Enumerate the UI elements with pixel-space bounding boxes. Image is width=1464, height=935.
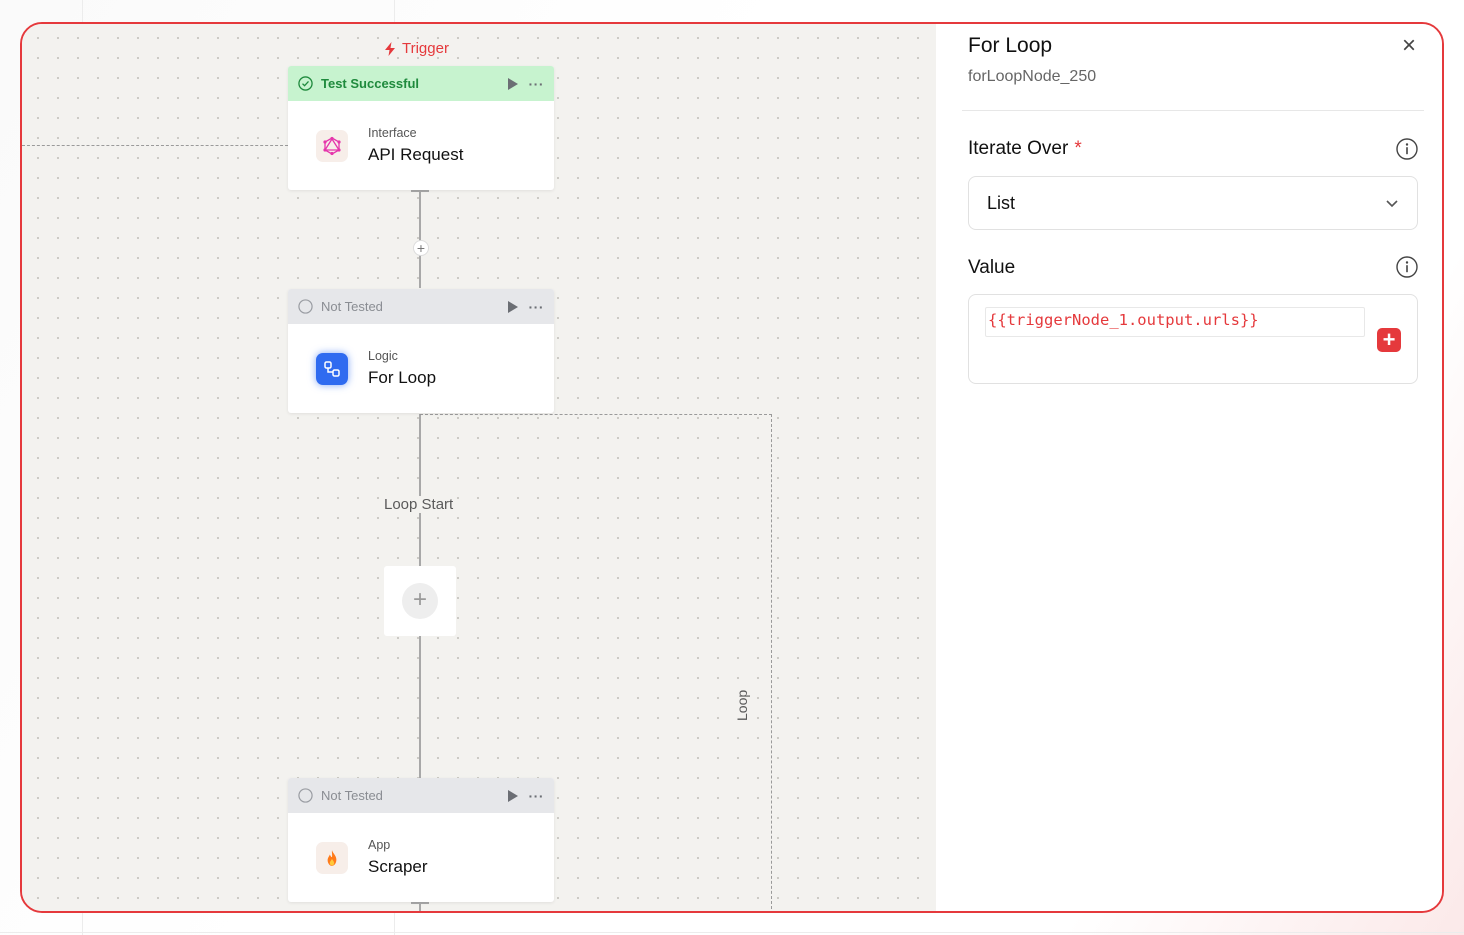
loop-add-step[interactable]: +: [384, 566, 456, 636]
chevron-down-icon: [1386, 200, 1398, 208]
iterate-over-text: Iterate Over: [968, 138, 1069, 159]
node-body: Logic For Loop: [288, 324, 554, 413]
connector: [419, 636, 421, 778]
node-status-bar: Not Tested ···: [288, 289, 554, 324]
connector-cap: [411, 190, 429, 192]
trigger-label: Trigger: [382, 40, 449, 57]
iterate-over-label: Iterate Over *: [968, 138, 1082, 160]
node-body: App Scraper: [288, 813, 554, 902]
more-options-icon[interactable]: ···: [529, 788, 545, 804]
play-icon[interactable]: [507, 789, 519, 802]
connector: [419, 414, 421, 566]
loop-connector: [771, 414, 772, 911]
play-icon[interactable]: [507, 300, 519, 313]
empty-circle-icon: [298, 299, 313, 314]
page: Trigger Test Successful ··· Interface AP…: [0, 0, 1464, 935]
bg-grid-line: [0, 932, 1464, 933]
value-field: {{triggerNode_1.output.urls}} +: [968, 294, 1418, 384]
fire-icon: [316, 841, 348, 874]
select-value: List: [987, 192, 1016, 213]
trigger-text: Trigger: [402, 40, 449, 57]
graphql-icon: [316, 129, 348, 162]
connector: [419, 190, 421, 288]
loop-icon: [316, 352, 348, 385]
loop-connector: [420, 414, 772, 415]
iterate-over-select[interactable]: List: [968, 176, 1418, 230]
connector-cap: [411, 902, 429, 904]
node-id: forLoopNode_250: [968, 68, 1097, 85]
empty-circle-icon: [298, 788, 313, 803]
more-options-icon[interactable]: ···: [529, 76, 545, 92]
node-name: Scraper: [368, 857, 428, 876]
check-circle-icon: [298, 76, 313, 91]
add-variable-button[interactable]: +: [1377, 328, 1401, 352]
properties-panel: For Loop forLoopNode_250 × Iterate Over *…: [936, 24, 1442, 911]
node-status-text: Not Tested: [321, 299, 383, 314]
node-kind: Interface: [368, 126, 417, 140]
value-input[interactable]: {{triggerNode_1.output.urls}}: [985, 307, 1365, 337]
play-icon[interactable]: [507, 77, 519, 90]
lightning-icon: [385, 41, 395, 56]
node-status-text: Test Successful: [321, 76, 420, 91]
close-icon[interactable]: ×: [1398, 34, 1420, 58]
add-step-button[interactable]: +: [402, 583, 438, 619]
node-for-loop[interactable]: Not Tested ··· Logic For Loop: [288, 289, 554, 413]
connector: [419, 902, 421, 911]
incoming-connector: [22, 145, 288, 146]
node-body: Interface API Request: [288, 101, 554, 190]
node-scraper[interactable]: Not Tested ··· App Scraper: [288, 778, 554, 902]
required-mark: *: [1074, 138, 1082, 159]
node-kind: App: [368, 838, 391, 852]
info-icon[interactable]: [1396, 256, 1418, 278]
node-api-request[interactable]: Test Successful ··· Interface API Reques…: [288, 66, 554, 190]
loop-start-label: Loop Start: [382, 496, 456, 513]
highlight-frame: Trigger Test Successful ··· Interface AP…: [20, 22, 1444, 913]
more-options-icon[interactable]: ···: [529, 299, 545, 315]
divider: [962, 110, 1424, 111]
node-name: For Loop: [368, 368, 437, 387]
workflow-canvas[interactable]: Trigger Test Successful ··· Interface AP…: [22, 24, 936, 911]
add-step-button[interactable]: +: [413, 240, 429, 256]
panel-title: For Loop: [968, 34, 1053, 57]
node-name: API Request: [368, 145, 464, 164]
node-status-text: Not Tested: [321, 788, 383, 803]
node-status-bar: Not Tested ···: [288, 778, 554, 813]
loop-label: Loop: [734, 686, 750, 724]
node-status-bar: Test Successful ···: [288, 66, 554, 101]
info-icon[interactable]: [1396, 138, 1418, 160]
value-label: Value: [968, 257, 1016, 278]
node-kind: Logic: [368, 349, 398, 363]
